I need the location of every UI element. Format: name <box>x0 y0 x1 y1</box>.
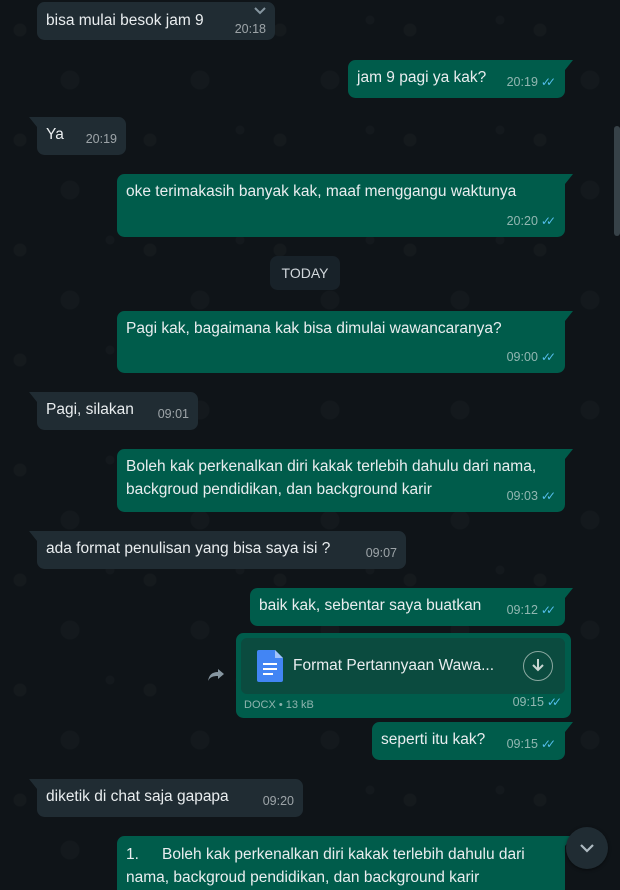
message-outgoing[interactable]: jam 9 pagi ya kak? 20:19 ✓✓ <box>348 60 573 98</box>
document-name: Format Pertannyaan Wawa... <box>293 657 495 674</box>
double-check-icon: ✓✓ <box>546 695 562 709</box>
message-outgoing[interactable]: 1. Boleh kak perkenalkan diri kakak terle… <box>117 836 573 890</box>
message-time: 09:00 <box>506 350 538 364</box>
message-time: 09:03 <box>506 489 538 503</box>
message-outgoing[interactable]: Pagi kak, bagaimana kak bisa dimulai waw… <box>117 311 573 373</box>
message-text: 1. Boleh kak perkenalkan diri kakak terle… <box>126 843 556 889</box>
message-outgoing[interactable]: seperti itu kak? 09:15 ✓✓ <box>372 722 573 760</box>
message-time: 09:12 <box>506 603 538 617</box>
double-check-icon: ✓✓ <box>540 350 556 364</box>
message-time: 09:15 <box>506 737 538 751</box>
list-number: 1. <box>126 846 139 863</box>
document-type: DOCX <box>244 699 276 711</box>
message-outgoing[interactable]: baik kak, sebentar saya buatkan 09:12 ✓✓ <box>250 588 573 626</box>
double-check-icon: ✓✓ <box>540 489 556 503</box>
document-info: DOCX • 13 kB <box>244 699 314 711</box>
message-outgoing[interactable]: Boleh kak perkenalkan diri kakak terlebi… <box>117 449 573 512</box>
date-divider: TODAY <box>270 256 340 290</box>
list-text: Boleh kak perkenalkan diri kakak terlebi… <box>126 846 525 886</box>
message-outgoing[interactable]: oke terimakasih banyak kak, maaf menggan… <box>117 174 573 237</box>
message-incoming[interactable]: diketik di chat saja gapapa 09:20 <box>29 779 303 817</box>
message-text: bisa mulai besok jam 9 <box>46 12 204 29</box>
message-time: 20:18 <box>234 22 266 36</box>
scrollbar[interactable] <box>614 126 620 236</box>
document-size: 13 kB <box>285 699 314 711</box>
message-time: 20:19 <box>85 132 117 146</box>
message-time: 09:01 <box>157 407 189 421</box>
forward-icon[interactable] <box>205 664 227 686</box>
message-time: 20:20 <box>506 214 538 228</box>
double-check-icon: ✓✓ <box>540 603 556 617</box>
message-text: Pagi kak, bagaimana kak bisa dimulai waw… <box>126 320 502 337</box>
message-incoming[interactable]: bisa mulai besok jam 9 20:18 <box>37 2 275 40</box>
chevron-down-icon[interactable] <box>253 6 267 16</box>
message-text: oke terimakasih banyak kak, maaf menggan… <box>126 183 517 200</box>
message-text: Boleh kak perkenalkan diri kakak terlebi… <box>126 458 537 498</box>
message-time: 09:20 <box>262 794 294 808</box>
message-time: 20:19 <box>506 75 538 89</box>
double-check-icon: ✓✓ <box>540 75 556 89</box>
message-incoming[interactable]: ada format penulisan yang bisa saya isi … <box>29 531 406 569</box>
download-icon[interactable] <box>523 651 553 681</box>
double-check-icon: ✓✓ <box>540 214 556 228</box>
document-card[interactable]: Format Pertannyaan Wawa... <box>241 638 565 694</box>
message-text: diketik di chat saja gapapa <box>46 788 229 805</box>
document-icon <box>257 650 283 682</box>
message-incoming[interactable]: Pagi, silakan 09:01 <box>29 392 198 430</box>
message-time: 09:07 <box>365 546 397 560</box>
double-check-icon: ✓✓ <box>540 737 556 751</box>
message-time: 09:15 <box>512 695 544 709</box>
scroll-down-button[interactable] <box>566 827 608 869</box>
scroll-down-icon <box>580 844 594 853</box>
message-incoming[interactable]: Ya 20:19 <box>29 117 126 155</box>
message-text: ada format penulisan yang bisa saya isi … <box>46 540 331 557</box>
dot-separator: • <box>278 699 286 711</box>
